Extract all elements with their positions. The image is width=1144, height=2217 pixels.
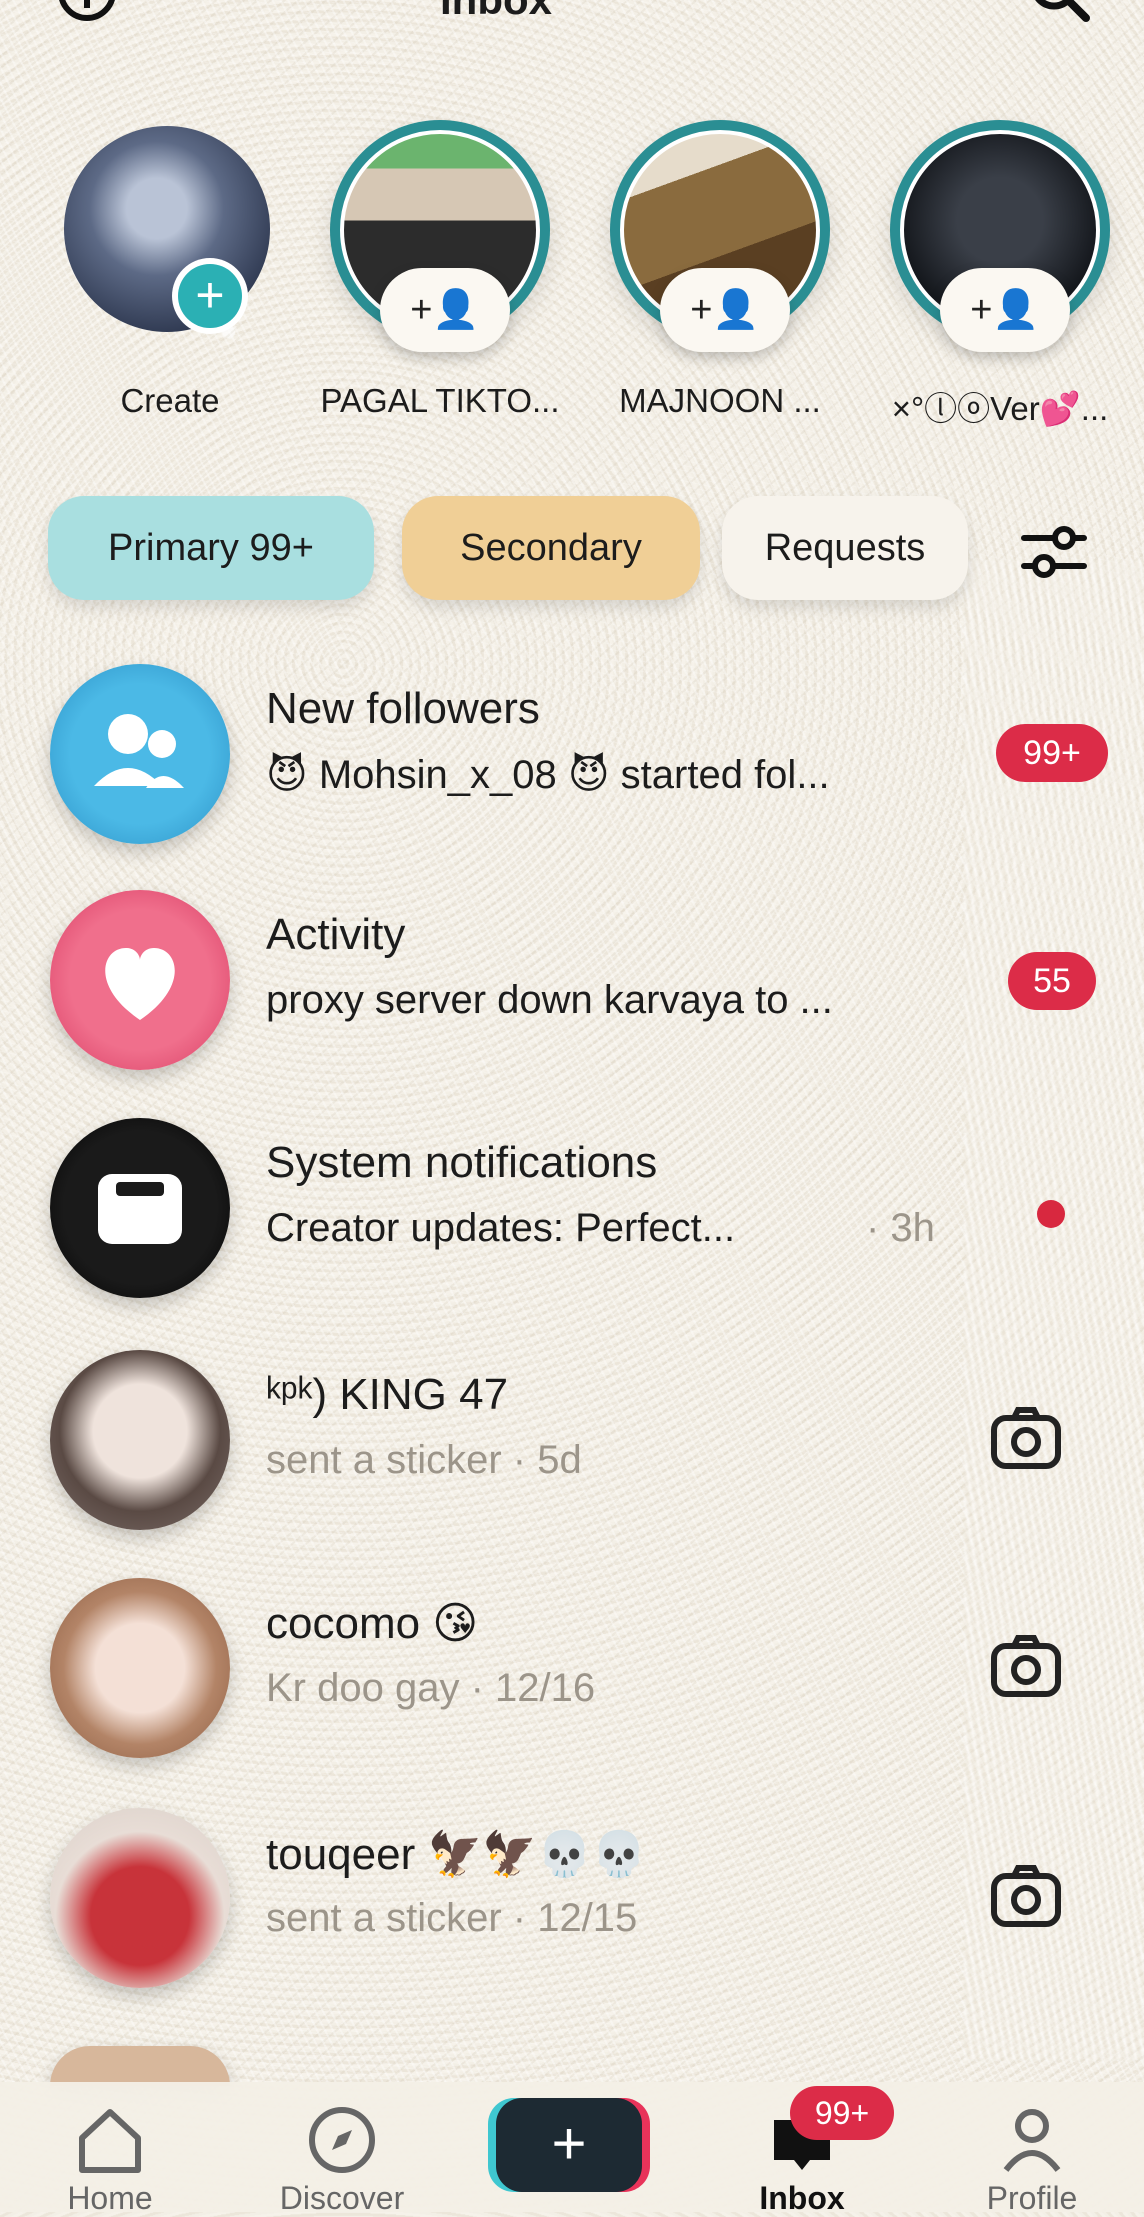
filter-sliders-icon[interactable] bbox=[1018, 520, 1090, 584]
story-label: MAJNOON ... bbox=[619, 382, 821, 419]
story-item[interactable]: +👤 MAJNOON ... bbox=[590, 120, 830, 440]
unread-dot bbox=[1037, 1200, 1065, 1228]
home-icon bbox=[79, 2109, 141, 2173]
nav-home[interactable]: Home bbox=[30, 2082, 190, 2216]
list-item-conversation[interactable] bbox=[0, 2046, 1144, 2086]
plus-icon[interactable]: + bbox=[172, 258, 248, 334]
create-post-button[interactable]: + bbox=[496, 2098, 642, 2192]
list-item-activity[interactable]: Activity proxy server down karvaya to ..… bbox=[0, 890, 1144, 1110]
story-label: ×°ⓛⓞVer💕... bbox=[891, 390, 1109, 427]
row-title: System notifications bbox=[266, 1138, 658, 1187]
row-subtitle: proxy server down karvaya to ... bbox=[266, 978, 833, 1022]
add-friend-icon[interactable]: +👤 bbox=[940, 268, 1070, 352]
compass-icon bbox=[309, 2107, 375, 2173]
add-friend-icon[interactable]: +👤 bbox=[380, 268, 510, 352]
nav-label: Discover bbox=[279, 2180, 405, 2216]
list-item-conversation[interactable]: cocomo 😘 Kr doo gay · 12/16 bbox=[0, 1578, 1144, 1798]
row-timestamp: · 3h bbox=[866, 1206, 935, 1250]
tab-requests[interactable]: Requests bbox=[722, 496, 968, 600]
inbox-badge: 99+ bbox=[790, 2086, 894, 2140]
camera-icon[interactable] bbox=[988, 1860, 1064, 1936]
header: Inbox bbox=[0, 0, 1144, 32]
user-avatar bbox=[50, 1350, 230, 1530]
row-subtitle: sent a sticker · 5d bbox=[266, 1438, 582, 1482]
nav-profile[interactable]: Profile bbox=[952, 2082, 1112, 2216]
nav-label: Profile bbox=[986, 2180, 1078, 2216]
nav-discover[interactable]: Discover bbox=[262, 2082, 422, 2216]
followers-icon bbox=[50, 664, 230, 844]
user-avatar bbox=[50, 2046, 230, 2086]
profile-icon bbox=[1003, 2109, 1061, 2172]
page-title: Inbox bbox=[440, 0, 552, 24]
user-avatar bbox=[50, 1578, 230, 1758]
row-title: Activity bbox=[266, 910, 406, 959]
nav-label: Inbox bbox=[759, 2180, 845, 2216]
row-title: cocomo 😘 bbox=[266, 1599, 479, 1648]
list-item-new-followers[interactable]: New followers 😈 Mohsin_x_08 😈 started fo… bbox=[0, 664, 1144, 884]
list-item-conversation[interactable]: touqeer 🦅🦅💀💀 sent a sticker · 12/15 bbox=[0, 1808, 1144, 2028]
row-subtitle: 😈 Mohsin_x_08 😈 started fol... bbox=[266, 753, 830, 797]
tab-primary[interactable]: Primary 99+ bbox=[48, 496, 374, 600]
unread-badge: 99+ bbox=[996, 724, 1108, 782]
row-title: New followers bbox=[266, 684, 540, 733]
bottom-nav: Home Discover + Inbox 99+ Profile bbox=[0, 2082, 1144, 2216]
row-subtitle: sent a sticker · 12/15 bbox=[266, 1896, 638, 1940]
nav-label: Home bbox=[67, 2180, 153, 2216]
inbox-tray-icon bbox=[50, 1118, 230, 1298]
search-icon[interactable] bbox=[1024, 0, 1094, 32]
camera-icon[interactable] bbox=[988, 1630, 1064, 1706]
unread-badge: 55 bbox=[1008, 952, 1096, 1010]
story-item[interactable]: +👤 PAGAL TIKTO... bbox=[310, 120, 560, 440]
heart-icon bbox=[50, 890, 230, 1070]
story-label: Create bbox=[120, 382, 220, 419]
user-avatar bbox=[50, 1808, 230, 1988]
tab-secondary[interactable]: Secondary bbox=[402, 496, 700, 600]
add-circle-icon[interactable] bbox=[52, 0, 122, 28]
list-item-conversation[interactable]: ᵏᵖᵏ) KING 47 sent a sticker · 5d bbox=[0, 1350, 1144, 1570]
row-title: ᵏᵖᵏ) KING 47 bbox=[266, 1370, 509, 1419]
camera-icon[interactable] bbox=[988, 1402, 1064, 1478]
list-item-system-notifications[interactable]: System notifications Creator updates: Pe… bbox=[0, 1118, 1144, 1338]
row-title: touqeer 🦅🦅💀💀 bbox=[266, 1830, 647, 1879]
story-item[interactable]: +👤 ×°ⓛⓞVer💕... bbox=[870, 120, 1110, 440]
row-subtitle: Kr doo gay · 12/16 bbox=[266, 1666, 596, 1710]
row-subtitle: Creator updates: Perfect... bbox=[266, 1206, 736, 1250]
story-create[interactable]: + Create bbox=[40, 120, 280, 440]
add-friend-icon[interactable]: +👤 bbox=[660, 268, 790, 352]
story-label: PAGAL TIKTO... bbox=[320, 382, 560, 419]
